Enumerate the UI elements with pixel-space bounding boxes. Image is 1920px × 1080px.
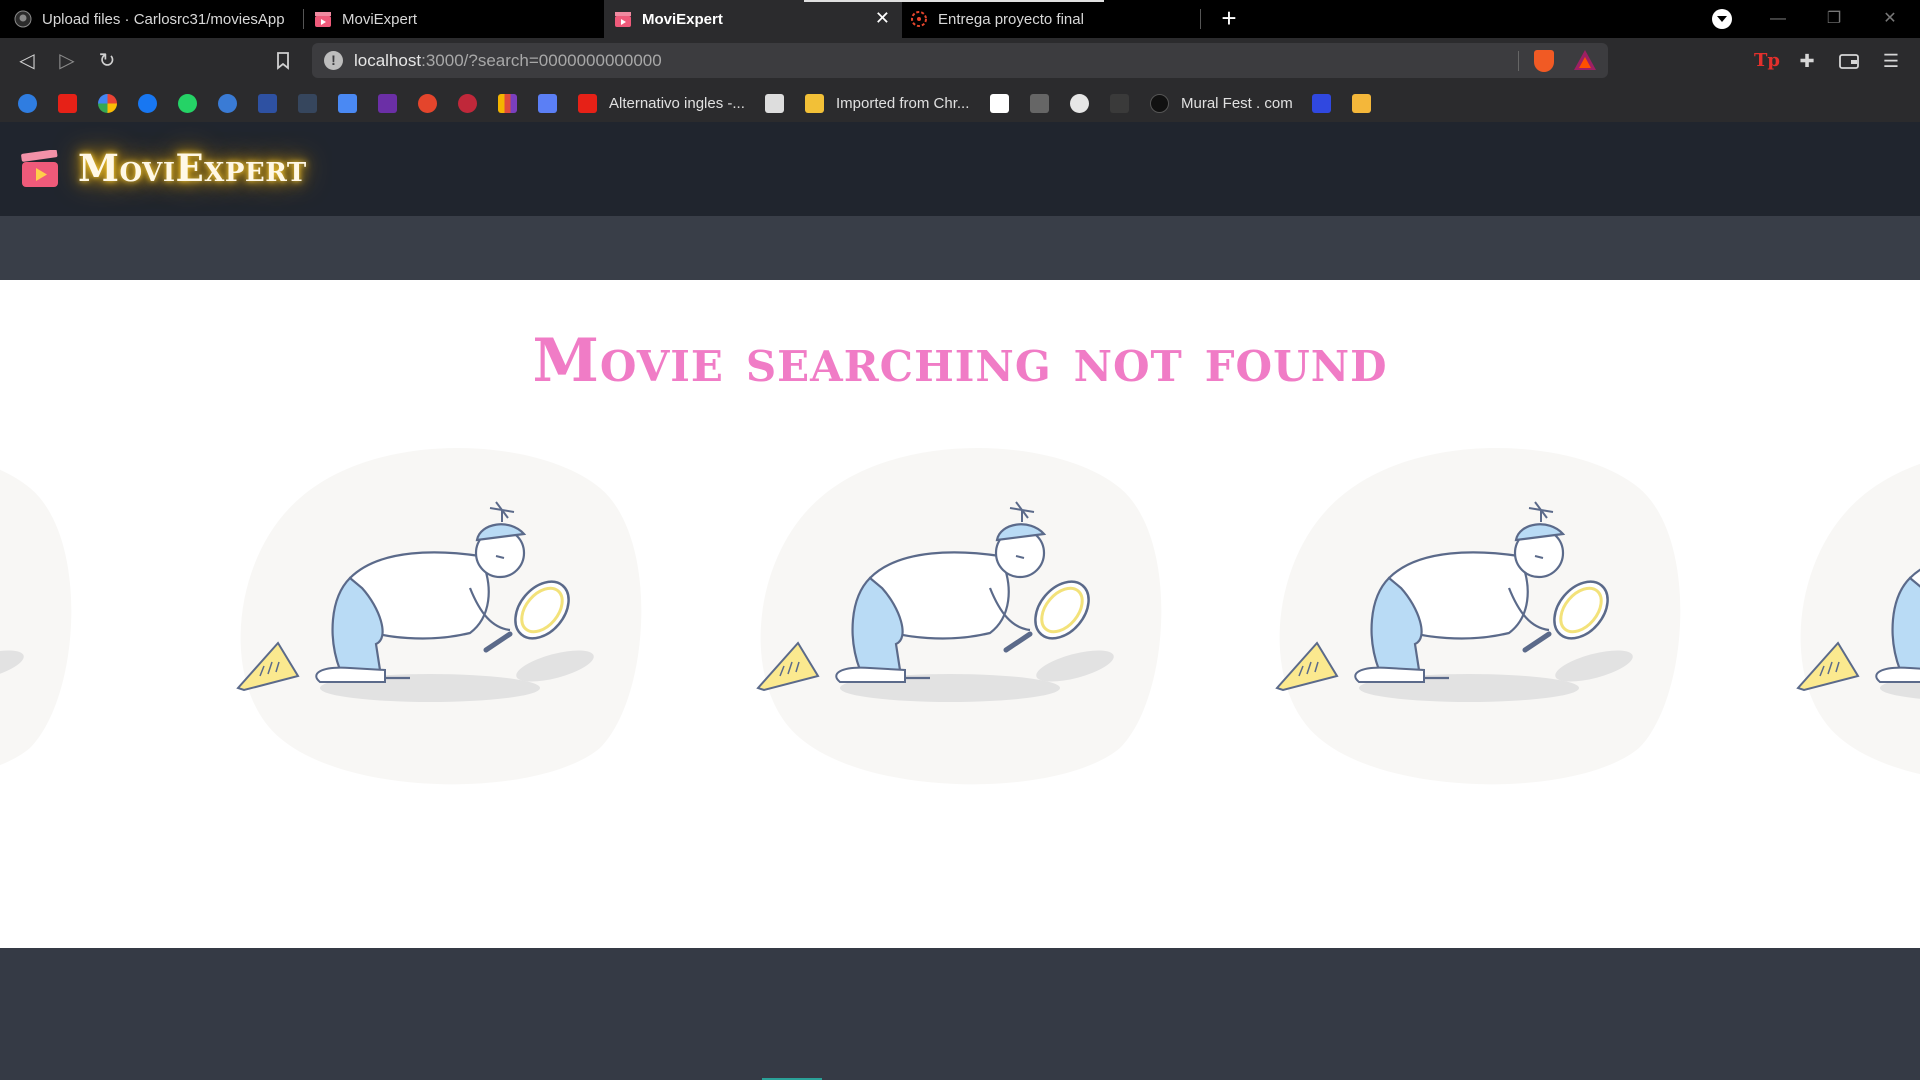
new-tab-button[interactable]: + — [1214, 4, 1244, 34]
tab-upload-files[interactable]: Upload files · Carlosrc31/moviesApp — [14, 0, 304, 38]
tab-entrega-proyecto[interactable]: Entrega proyecto final — [910, 0, 1200, 38]
canvas-icon — [910, 10, 928, 28]
tumblr-icon — [298, 93, 317, 113]
bookmark-messenger[interactable] — [218, 93, 237, 113]
canvas-icon — [418, 93, 437, 113]
forward-icon[interactable]: ▷ — [52, 46, 82, 76]
person-searching-with-magnifier-icon — [1740, 438, 1920, 798]
menu-icon[interactable]: ☰ — [1876, 46, 1906, 76]
wallet-icon[interactable] — [1834, 46, 1864, 76]
tab-strip: Upload files · Carlosrc31/moviesApp Movi… — [0, 0, 1920, 38]
bookmark-tumblr[interactable] — [298, 93, 317, 113]
bookmark-m[interactable] — [1110, 93, 1129, 113]
bookmark-facebook[interactable] — [138, 93, 157, 113]
whatsapp-icon — [178, 93, 197, 113]
tab-title: MoviExpert — [642, 10, 723, 28]
minimize-icon[interactable]: — — [1750, 0, 1806, 38]
reload-icon[interactable]: ↻ — [92, 46, 122, 76]
bookmark-google[interactable] — [98, 93, 117, 113]
bookmark-imported-folder[interactable]: Imported from Chr... — [805, 93, 969, 113]
messenger-icon — [218, 93, 237, 113]
tab-title: MoviExpert — [342, 10, 418, 28]
bookmark-game[interactable] — [378, 93, 397, 113]
clapperboard-icon — [614, 10, 632, 28]
brave-shields-icon[interactable] — [1534, 50, 1554, 72]
app-header: MoviExpert — [0, 122, 1920, 216]
bookmark-globe[interactable] — [1070, 93, 1089, 113]
person-searching-with-magnifier-icon — [180, 438, 700, 798]
bookmark-icon[interactable] — [268, 46, 298, 76]
youtube-icon — [58, 93, 77, 113]
calendar-icon — [538, 93, 557, 113]
bookmark-notion[interactable] — [990, 93, 1009, 113]
app-footer — [0, 948, 1920, 1080]
tab-moviexpert-active[interactable]: MoviExpert ✕ — [604, 0, 1104, 38]
bookmark-mal[interactable] — [258, 93, 277, 113]
mal-icon — [258, 93, 277, 113]
facebook-icon — [138, 93, 157, 113]
browser-toolbar: ◁ ▷ ↻ ! localhost:3000/?search=000000000… — [0, 38, 1920, 84]
app-subbar — [0, 216, 1920, 280]
bookmark-youtube[interactable] — [58, 93, 77, 113]
extensions-puzzle-icon[interactable]: ✚ — [1792, 46, 1822, 76]
restore-icon[interactable]: ❐ — [1806, 0, 1862, 38]
art-icon — [1030, 93, 1049, 113]
pixel-art-icon — [1352, 93, 1371, 113]
library-icon — [498, 93, 517, 113]
tab-moviexpert-1[interactable]: MoviExpert — [314, 0, 600, 38]
bookmark-calendar[interactable] — [538, 93, 557, 113]
cat-icon — [765, 93, 784, 113]
window-close-icon[interactable]: ✕ — [1862, 0, 1918, 38]
bookmark-alternativo-ingles[interactable]: Alternativo ingles -... — [578, 93, 745, 113]
bookmark-canvas[interactable] — [418, 93, 437, 113]
tab-separator — [1200, 9, 1201, 29]
not-found-message: Movie searching not found — [532, 326, 1388, 396]
clapperboard-logo-icon[interactable] — [20, 150, 60, 188]
person-searching-with-magnifier-icon — [1219, 438, 1739, 798]
bookmark-library[interactable] — [498, 93, 517, 113]
back-icon[interactable]: ◁ — [12, 46, 42, 76]
bookmark-art[interactable] — [1030, 93, 1049, 113]
bookmark-mural-fest[interactable]: Mural Fest . com — [1150, 93, 1293, 113]
youtube-icon — [578, 93, 597, 113]
site-info-icon[interactable]: ! — [324, 51, 343, 70]
game-icon — [378, 93, 397, 113]
notion-icon — [990, 93, 1009, 113]
url-text[interactable]: localhost:3000/?search=0000000000000 — [354, 51, 662, 71]
m-icon — [1110, 93, 1129, 113]
tab-search-icon[interactable] — [1712, 9, 1732, 29]
c-icon — [18, 93, 37, 113]
bookmark-whatsapp[interactable] — [178, 93, 197, 113]
tab-separator — [303, 9, 304, 29]
bookmarks-bar: Alternativo ingles -... Imported from Ch… — [0, 84, 1920, 122]
translate-icon — [338, 93, 357, 113]
bookmark-pixel[interactable] — [1352, 93, 1371, 113]
url-divider — [1518, 51, 1519, 71]
bookmark-diamond[interactable] — [458, 93, 477, 113]
person-searching-with-magnifier-icon — [0, 438, 130, 798]
tab-title: Entrega proyecto final — [938, 10, 1084, 28]
bookmark-c[interactable] — [18, 93, 37, 113]
google-icon — [98, 93, 117, 113]
app-logo-text[interactable]: MoviExpert — [78, 146, 307, 190]
address-bar[interactable]: ! localhost:3000/?search=0000000000000 — [312, 43, 1608, 78]
folder-icon — [805, 93, 824, 113]
results-area: Movie searching not found — [0, 280, 1920, 948]
bookmark-bolt[interactable] — [1312, 93, 1331, 113]
github-icon — [14, 10, 32, 28]
bookmark-cat[interactable] — [765, 93, 784, 113]
tab-title: Upload files · Carlosrc31/moviesApp — [42, 10, 285, 28]
mural-icon — [1150, 93, 1169, 113]
globe-icon — [1070, 93, 1089, 113]
diamond-icon — [458, 93, 477, 113]
clapperboard-icon — [314, 10, 332, 28]
bolt-icon — [1312, 93, 1331, 113]
person-searching-with-magnifier-icon — [700, 438, 1220, 798]
bookmark-translate[interactable] — [338, 93, 357, 113]
tp-extension-icon[interactable]: Tp — [1752, 46, 1782, 76]
close-icon[interactable]: ✕ — [875, 8, 890, 29]
brave-rewards-icon[interactable] — [1574, 50, 1596, 70]
